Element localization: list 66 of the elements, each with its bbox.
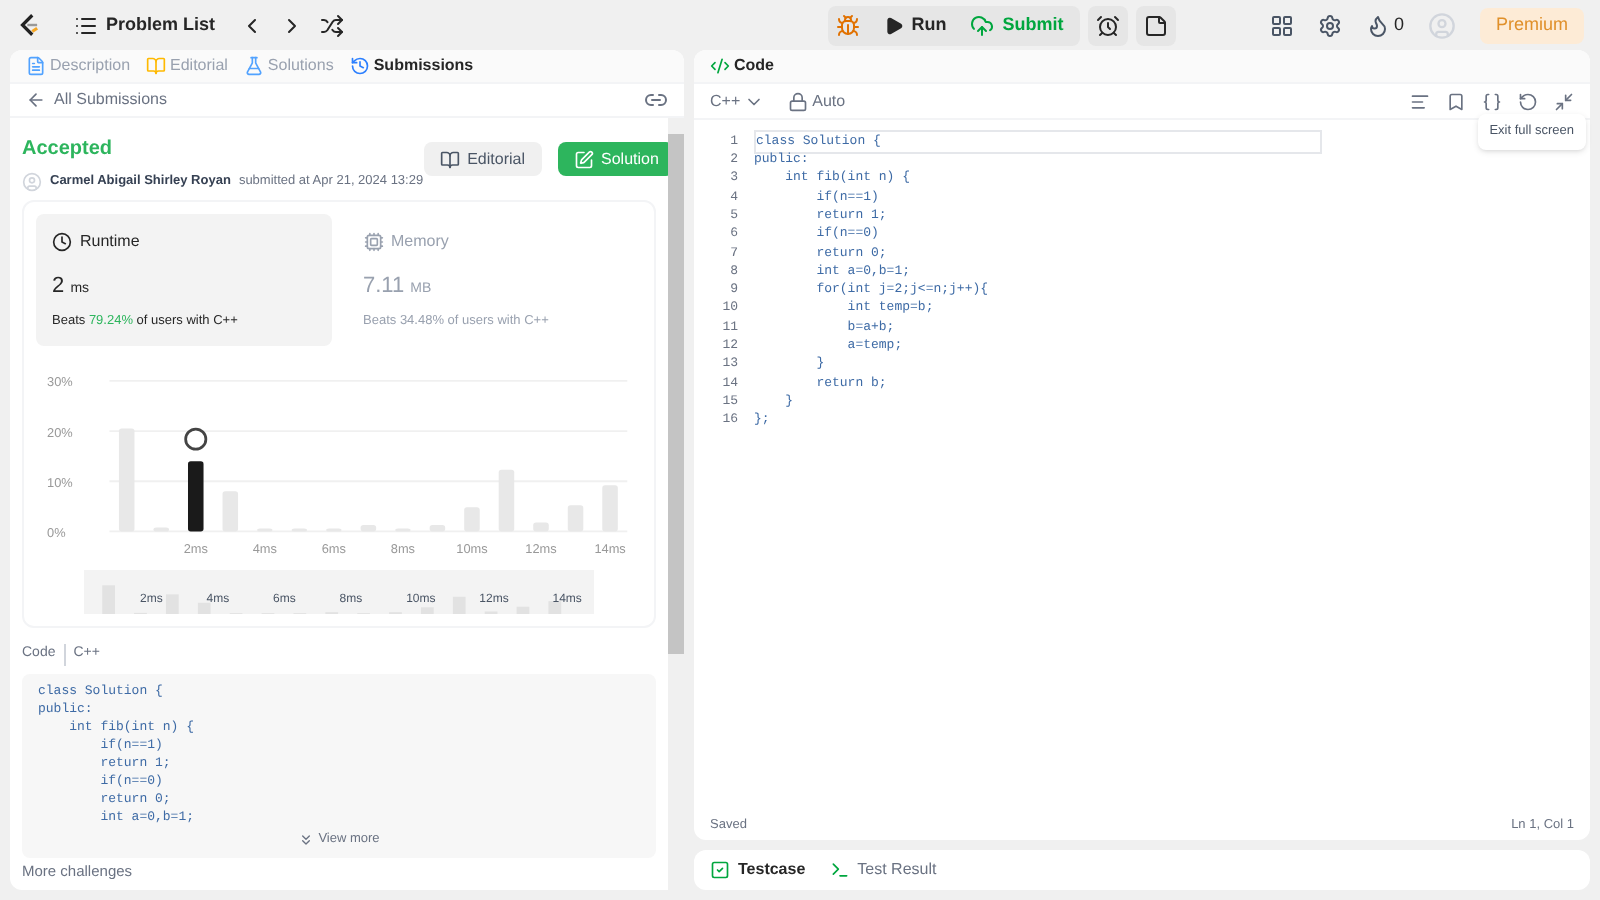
arrow-left-icon	[26, 90, 46, 110]
flask-icon	[243, 56, 264, 76]
auto-mode-label[interactable]: Auto	[788, 89, 846, 113]
settings-button[interactable]	[1317, 13, 1342, 37]
exit-fullscreen-icon	[1554, 91, 1574, 111]
document-icon	[26, 56, 46, 76]
edit-icon	[573, 149, 593, 169]
notes-icon	[1143, 13, 1168, 37]
chevrons-down-icon	[298, 831, 315, 848]
panel-tab[interactable]: Solutions	[243, 54, 334, 78]
braces-button[interactable]	[1482, 91, 1502, 111]
panel-tab[interactable]: Description	[26, 54, 131, 78]
run-button[interactable]: Run	[883, 11, 947, 39]
exit-fullscreen-button[interactable]	[1554, 91, 1574, 111]
debug-icon	[835, 13, 860, 37]
lock-icon	[788, 91, 809, 111]
notes-button[interactable]	[1135, 5, 1176, 45]
stat-title: Runtime	[52, 230, 315, 254]
chip-icon	[363, 232, 383, 252]
logo-icon[interactable]	[16, 12, 42, 38]
scrollbar[interactable]	[668, 118, 684, 890]
avatar-marker	[184, 428, 208, 452]
play-icon	[883, 15, 904, 35]
code-icon	[710, 56, 730, 76]
layout-button[interactable]	[1269, 13, 1294, 37]
panel-tab[interactable]: Submissions	[349, 54, 474, 78]
layout-icon	[1269, 13, 1294, 37]
panel-tab[interactable]: Testcase	[710, 858, 806, 882]
problem-list-button[interactable]: Problem List	[74, 11, 216, 39]
braces-icon	[1482, 91, 1502, 111]
avatar-icon	[22, 172, 42, 192]
back-link[interactable]: All Submissions	[26, 88, 167, 112]
reset-button[interactable]	[1518, 91, 1538, 111]
clock-icon	[52, 232, 72, 252]
streak-counter[interactable]: 0	[1365, 11, 1404, 39]
stat-title: Memory	[363, 230, 626, 254]
history-icon	[349, 56, 370, 76]
panel-title[interactable]: Code	[710, 54, 774, 78]
book-icon	[146, 56, 167, 76]
checkbox-icon	[710, 860, 730, 880]
format-button[interactable]	[1410, 91, 1430, 111]
reset-icon	[1518, 91, 1538, 111]
editorial-button[interactable]: Editorial	[423, 142, 541, 176]
debug-button[interactable]	[835, 13, 860, 37]
book-icon	[439, 149, 460, 169]
settings-icon	[1317, 13, 1342, 37]
copy-link-icon	[644, 88, 668, 112]
format-icon	[1410, 91, 1430, 111]
copy-link-button[interactable]	[644, 88, 668, 112]
timer-button[interactable]	[1087, 5, 1128, 45]
avatar-icon	[1427, 11, 1456, 39]
status-text: Accepted	[22, 136, 115, 164]
shuffle-button[interactable]	[319, 13, 344, 37]
flame-icon	[1365, 13, 1390, 37]
bookmark-button[interactable]	[1446, 91, 1466, 111]
language-dropdown[interactable]: C++	[710, 89, 765, 113]
panel-tab[interactable]: Editorial	[146, 54, 228, 78]
selected-bar[interactable]	[188, 461, 204, 532]
terminal-icon	[829, 860, 850, 880]
cloud-upload-icon	[970, 13, 995, 37]
panel-tab[interactable]: Test Result	[829, 858, 937, 882]
shuffle-icon	[319, 13, 344, 37]
submit-button[interactable]: Submit	[970, 11, 1072, 39]
avatar-button[interactable]	[1427, 11, 1456, 39]
bookmark-icon	[1446, 91, 1466, 111]
timer-icon	[1095, 13, 1120, 37]
